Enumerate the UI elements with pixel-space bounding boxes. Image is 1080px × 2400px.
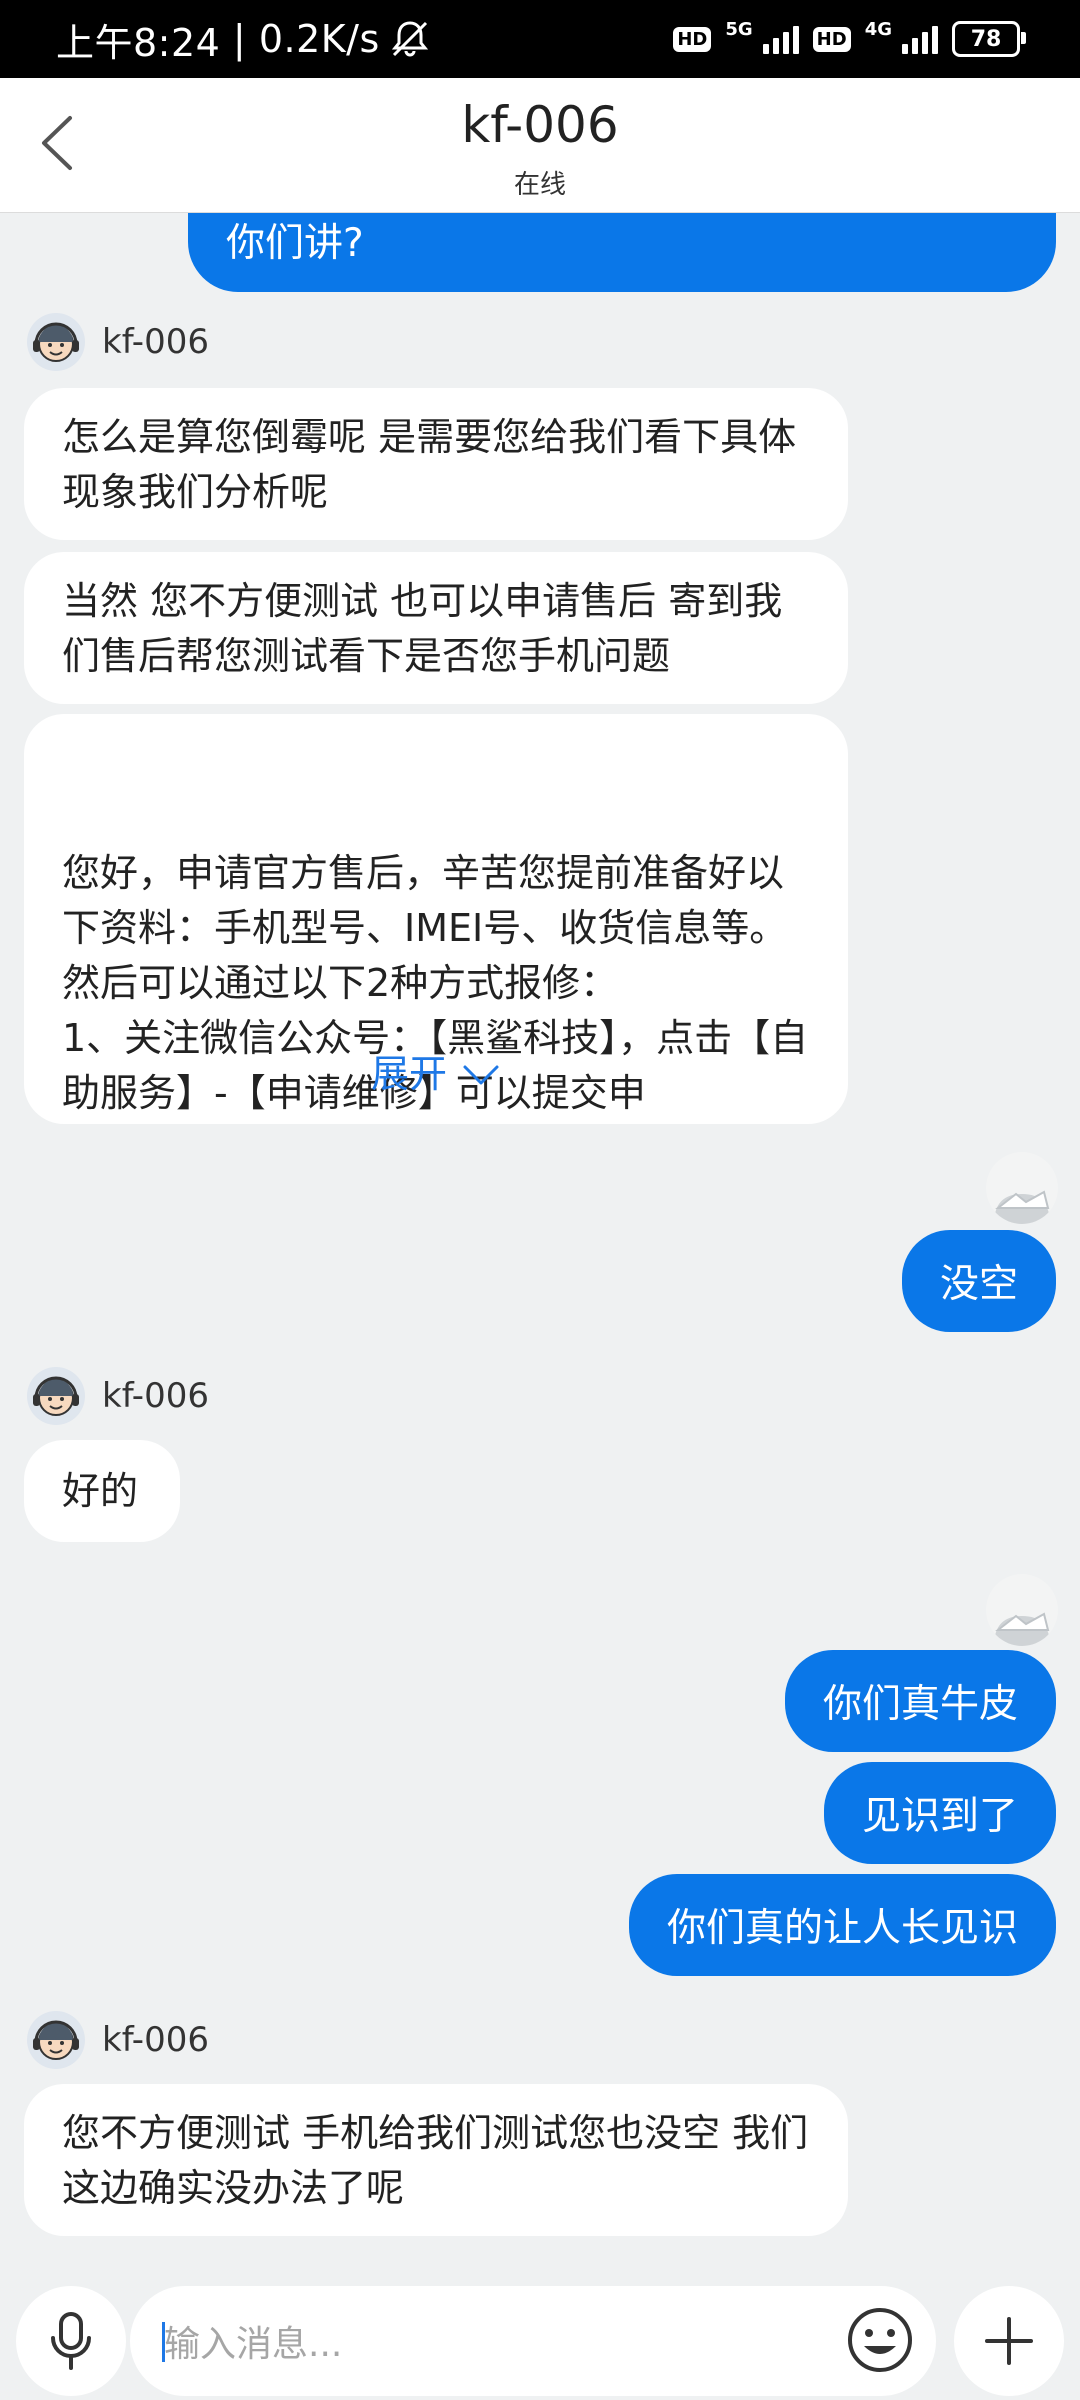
- agent-name: kf-006: [102, 2020, 209, 2060]
- user-message: 你们真牛皮: [784, 1650, 1056, 1752]
- agent-message: 好的: [24, 1440, 180, 1542]
- emoji-icon[interactable]: [844, 2304, 916, 2376]
- add-attachment-button[interactable]: [954, 2286, 1064, 2396]
- agent-header: kf-006: [26, 310, 209, 374]
- agent-message-collapsed: 您好，申请官方售后，辛苦您提前准备好以下资料：手机型号、IMEI号、收货信息等。…: [24, 714, 848, 1124]
- user-message: 见识到了: [823, 1762, 1056, 1864]
- status-left: 上午8:24 | 0.2K/s: [56, 0, 432, 78]
- agent-header: kf-006: [26, 2008, 209, 2072]
- mute-bell-icon: [391, 21, 428, 57]
- user-avatar[interactable]: [986, 1574, 1058, 1646]
- user-avatar-image: [994, 1190, 1050, 1224]
- status-time: 上午8:24: [56, 20, 221, 65]
- plus-icon: [985, 2317, 1033, 2365]
- status-right: HD 5G HD 4G 78: [673, 0, 1026, 78]
- hd-badge: HD: [673, 26, 712, 52]
- user-message: 你们真的让人长见识: [628, 1874, 1056, 1976]
- agent-message: 您不方便测试 手机给我们测试您也没空 我们这边确实没办法了呢: [24, 2084, 848, 2236]
- mic-icon: [51, 2312, 91, 2370]
- input-bar: 输入消息...: [0, 2280, 1080, 2400]
- user-message: 你们讲?: [188, 212, 1056, 292]
- voice-button[interactable]: [16, 2286, 126, 2396]
- agent-avatar[interactable]: [26, 1366, 86, 1426]
- hd-badge: HD: [812, 26, 851, 52]
- expand-button[interactable]: 展开: [24, 1047, 848, 1102]
- agent-message: 怎么是算您倒霉呢 是需要您给我们看下具体现象我们分析呢: [24, 388, 848, 540]
- battery-icon: 78: [952, 21, 1026, 57]
- expand-label: 展开: [370, 1052, 447, 1096]
- chat-header: kf-006 在线: [0, 78, 1080, 213]
- signal-icon: [902, 24, 938, 54]
- battery-level: 78: [970, 26, 1002, 52]
- network-type-2: 4G: [864, 18, 892, 40]
- chat-title: kf-006: [461, 96, 619, 154]
- status-bar: 上午8:24 | 0.2K/s HD 5G HD 4G 78: [0, 0, 1080, 78]
- agent-name: kf-006: [102, 1376, 209, 1416]
- message-placeholder: 输入消息...: [164, 2324, 343, 2365]
- online-status: 在线: [513, 170, 566, 200]
- network-type-1: 5G: [725, 18, 753, 40]
- user-avatar[interactable]: [986, 1152, 1058, 1224]
- agent-header: kf-006: [26, 1364, 209, 1428]
- message-input[interactable]: 输入消息...: [130, 2286, 936, 2396]
- chevron-down-icon: [463, 1065, 499, 1084]
- agent-name: kf-006: [102, 322, 209, 362]
- signal-icon: [762, 24, 799, 54]
- agent-message: 当然 您不方便测试 也可以申请售后 寄到我们售后帮您测试看下是否您手机问题: [24, 552, 848, 704]
- user-avatar-image: [994, 1612, 1050, 1646]
- agent-avatar[interactable]: [26, 2010, 86, 2070]
- status-net-speed: 0.2K/s: [258, 17, 380, 61]
- agent-avatar[interactable]: [26, 312, 86, 372]
- user-message: 没空: [901, 1230, 1056, 1332]
- message-list[interactable]: 你们讲? kf-006 怎么是算您倒霉呢 是需要您给我们看下具体现象我们分析呢 …: [0, 212, 1080, 2280]
